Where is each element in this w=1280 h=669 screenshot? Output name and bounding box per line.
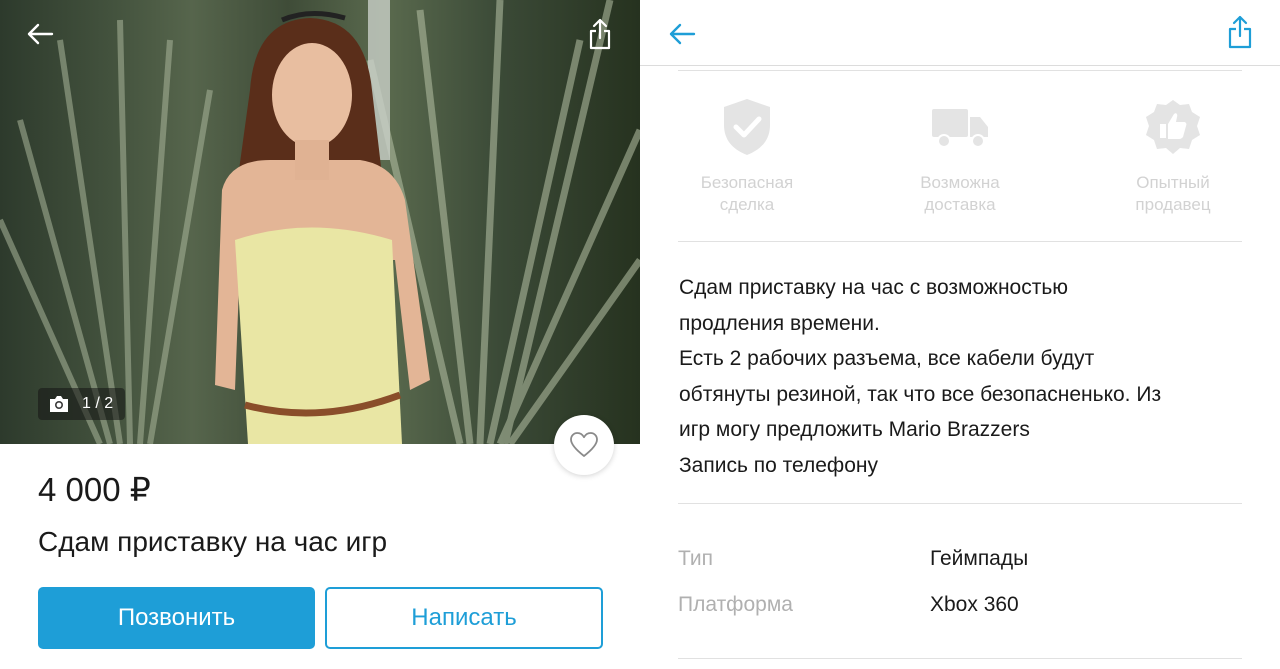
photo-counter-text: 1 / 2 [82, 395, 114, 412]
description-line: обтянуты резиной, так что все безопаснен… [679, 382, 1162, 406]
photo-back-button[interactable] [20, 14, 60, 54]
listing-photo[interactable]: 1 / 2 [0, 0, 640, 444]
feature-experienced-seller: Опытный продавец [1103, 92, 1243, 216]
photo-scene [0, 0, 640, 444]
details-header [640, 0, 1280, 66]
share-icon [1228, 15, 1252, 49]
back-button[interactable] [662, 14, 702, 54]
header-divider [678, 70, 1242, 71]
share-icon [589, 18, 611, 50]
description-divider [678, 503, 1242, 504]
property-platform-label: Платформа [678, 593, 793, 616]
photo-share-button[interactable] [580, 14, 620, 54]
feature-delivery: Возможна доставка [890, 92, 1030, 216]
description-line: игр могу предложить Mario Brazzers [679, 418, 1030, 441]
shield-check-icon [724, 99, 770, 155]
property-type-value: Геймпады [930, 547, 1029, 570]
camera-icon [50, 396, 68, 412]
description-line: Сдам приставку на час с возможностью [679, 276, 1069, 299]
listing-description: Сдам приставку на час с возможностью про… [679, 270, 1249, 483]
call-button[interactable]: Позвонить [38, 587, 315, 649]
heart-icon [570, 432, 598, 457]
description-line: продления времени. [679, 311, 880, 335]
write-message-button[interactable]: Написать [325, 587, 603, 649]
feature-label: Опытный продавец [1135, 173, 1211, 214]
feature-label: Возможна доставка [920, 173, 1000, 214]
arrow-left-icon [27, 23, 54, 45]
listing-price: 4 000 ₽ [38, 471, 151, 508]
photo-counter: 1 / 2 [38, 388, 126, 420]
truck-icon [932, 109, 988, 148]
description-line: Есть 2 рабочих разъема, все кабели будут [679, 347, 1095, 370]
description-line: Запись по телефону [679, 453, 878, 477]
share-button[interactable] [1220, 12, 1260, 52]
property-type-label: Тип [678, 547, 714, 570]
listing-title: Сдам приставку на час игр [38, 526, 388, 557]
feature-safe-deal: Безопасная сделка [677, 92, 817, 216]
property-platform-value: Xbox 360 [930, 593, 1019, 616]
properties-divider [678, 658, 1242, 659]
features-divider [678, 241, 1242, 242]
listing-left-panel: 1 / 2 4 000 ₽ Сдам приставку на час игр … [0, 0, 640, 669]
thumbs-up-badge-icon [1146, 100, 1200, 154]
listing-right-panel: Безопасная сделка Возможна доставка Опыт… [640, 0, 1280, 669]
favorite-button[interactable] [554, 415, 614, 475]
arrow-left-icon [669, 23, 696, 45]
feature-label: Безопасная сделка [700, 173, 794, 214]
